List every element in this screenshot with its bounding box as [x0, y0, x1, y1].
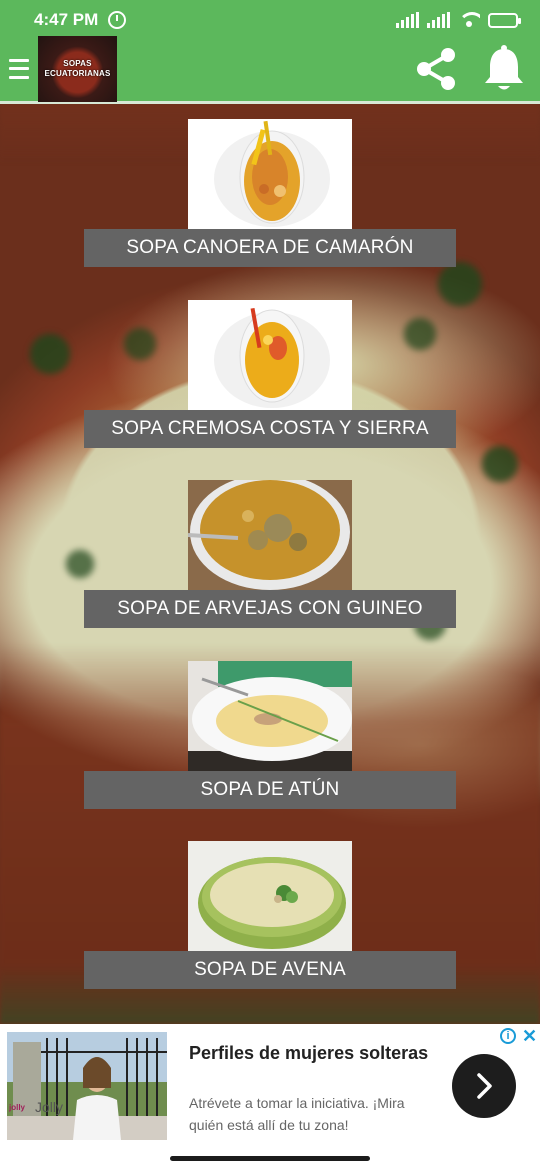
soup-image [188, 480, 352, 590]
ad-brand: jolly Jolly [9, 1099, 63, 1115]
close-icon[interactable]: ✕ [522, 1026, 537, 1047]
soup-label: SOPA DE ARVEJAS CON GUINEO [84, 590, 456, 628]
soup-item-cremosa[interactable]: SOPA CREMOSA COSTA Y SIERRA [84, 300, 456, 448]
app-bar: SOPAS ECUATORIANAS [0, 35, 540, 104]
ad-next-button[interactable] [452, 1054, 516, 1118]
chevron-right-icon [477, 1073, 492, 1099]
signal-icon-2 [427, 12, 450, 28]
status-time: 4:47 PM [34, 10, 99, 29]
soup-label: SOPA DE AVENA [84, 951, 456, 989]
home-indicator[interactable] [170, 1156, 370, 1161]
soup-item-canoera[interactable]: SOPA CANOERA DE CAMARÓN [84, 119, 456, 267]
soup-label: SOPA CREMOSA COSTA Y SIERRA [84, 410, 456, 448]
soup-image [188, 661, 352, 771]
app-logo-text: SOPAS ECUATORIANAS [44, 58, 111, 78]
soup-item-arvejas[interactable]: SOPA DE ARVEJAS CON GUINEO [84, 480, 456, 628]
wifi-icon [458, 12, 480, 28]
status-bar: 4:47 PM [0, 0, 540, 40]
soup-label: SOPA DE ATÚN [84, 771, 456, 809]
ad-description: Atrévete a tomar la iniciativa. ¡Mira qu… [189, 1095, 405, 1133]
battery-icon [488, 12, 521, 28]
ad-image[interactable] [7, 1032, 167, 1140]
status-icons [396, 12, 521, 28]
info-icon[interactable]: i [500, 1028, 516, 1044]
ad-title[interactable]: Perfiles de mujeres solteras [189, 1040, 429, 1067]
soup-image [188, 300, 352, 410]
app-logo: SOPAS ECUATORIANAS [38, 35, 117, 102]
soup-image [188, 841, 352, 951]
soup-image [188, 119, 352, 229]
ad-brand-logo: jolly [9, 1102, 26, 1112]
bell-icon[interactable] [482, 44, 526, 93]
share-icon[interactable] [412, 45, 460, 93]
soup-item-avena[interactable]: SOPA DE AVENA [84, 841, 456, 989]
soup-label: SOPA CANOERA DE CAMARÓN [84, 229, 456, 267]
ad-brand-name: Jolly [35, 1099, 64, 1115]
alarm-icon [108, 11, 127, 29]
soup-item-atun[interactable]: SOPA DE ATÚN [84, 661, 456, 809]
soup-list: SOPA CANOERA DE CAMARÓN SOPA CREMOSA COS… [0, 104, 540, 1024]
signal-icon [396, 12, 419, 28]
menu-icon[interactable] [9, 57, 29, 81]
nav-bar [0, 1148, 540, 1170]
